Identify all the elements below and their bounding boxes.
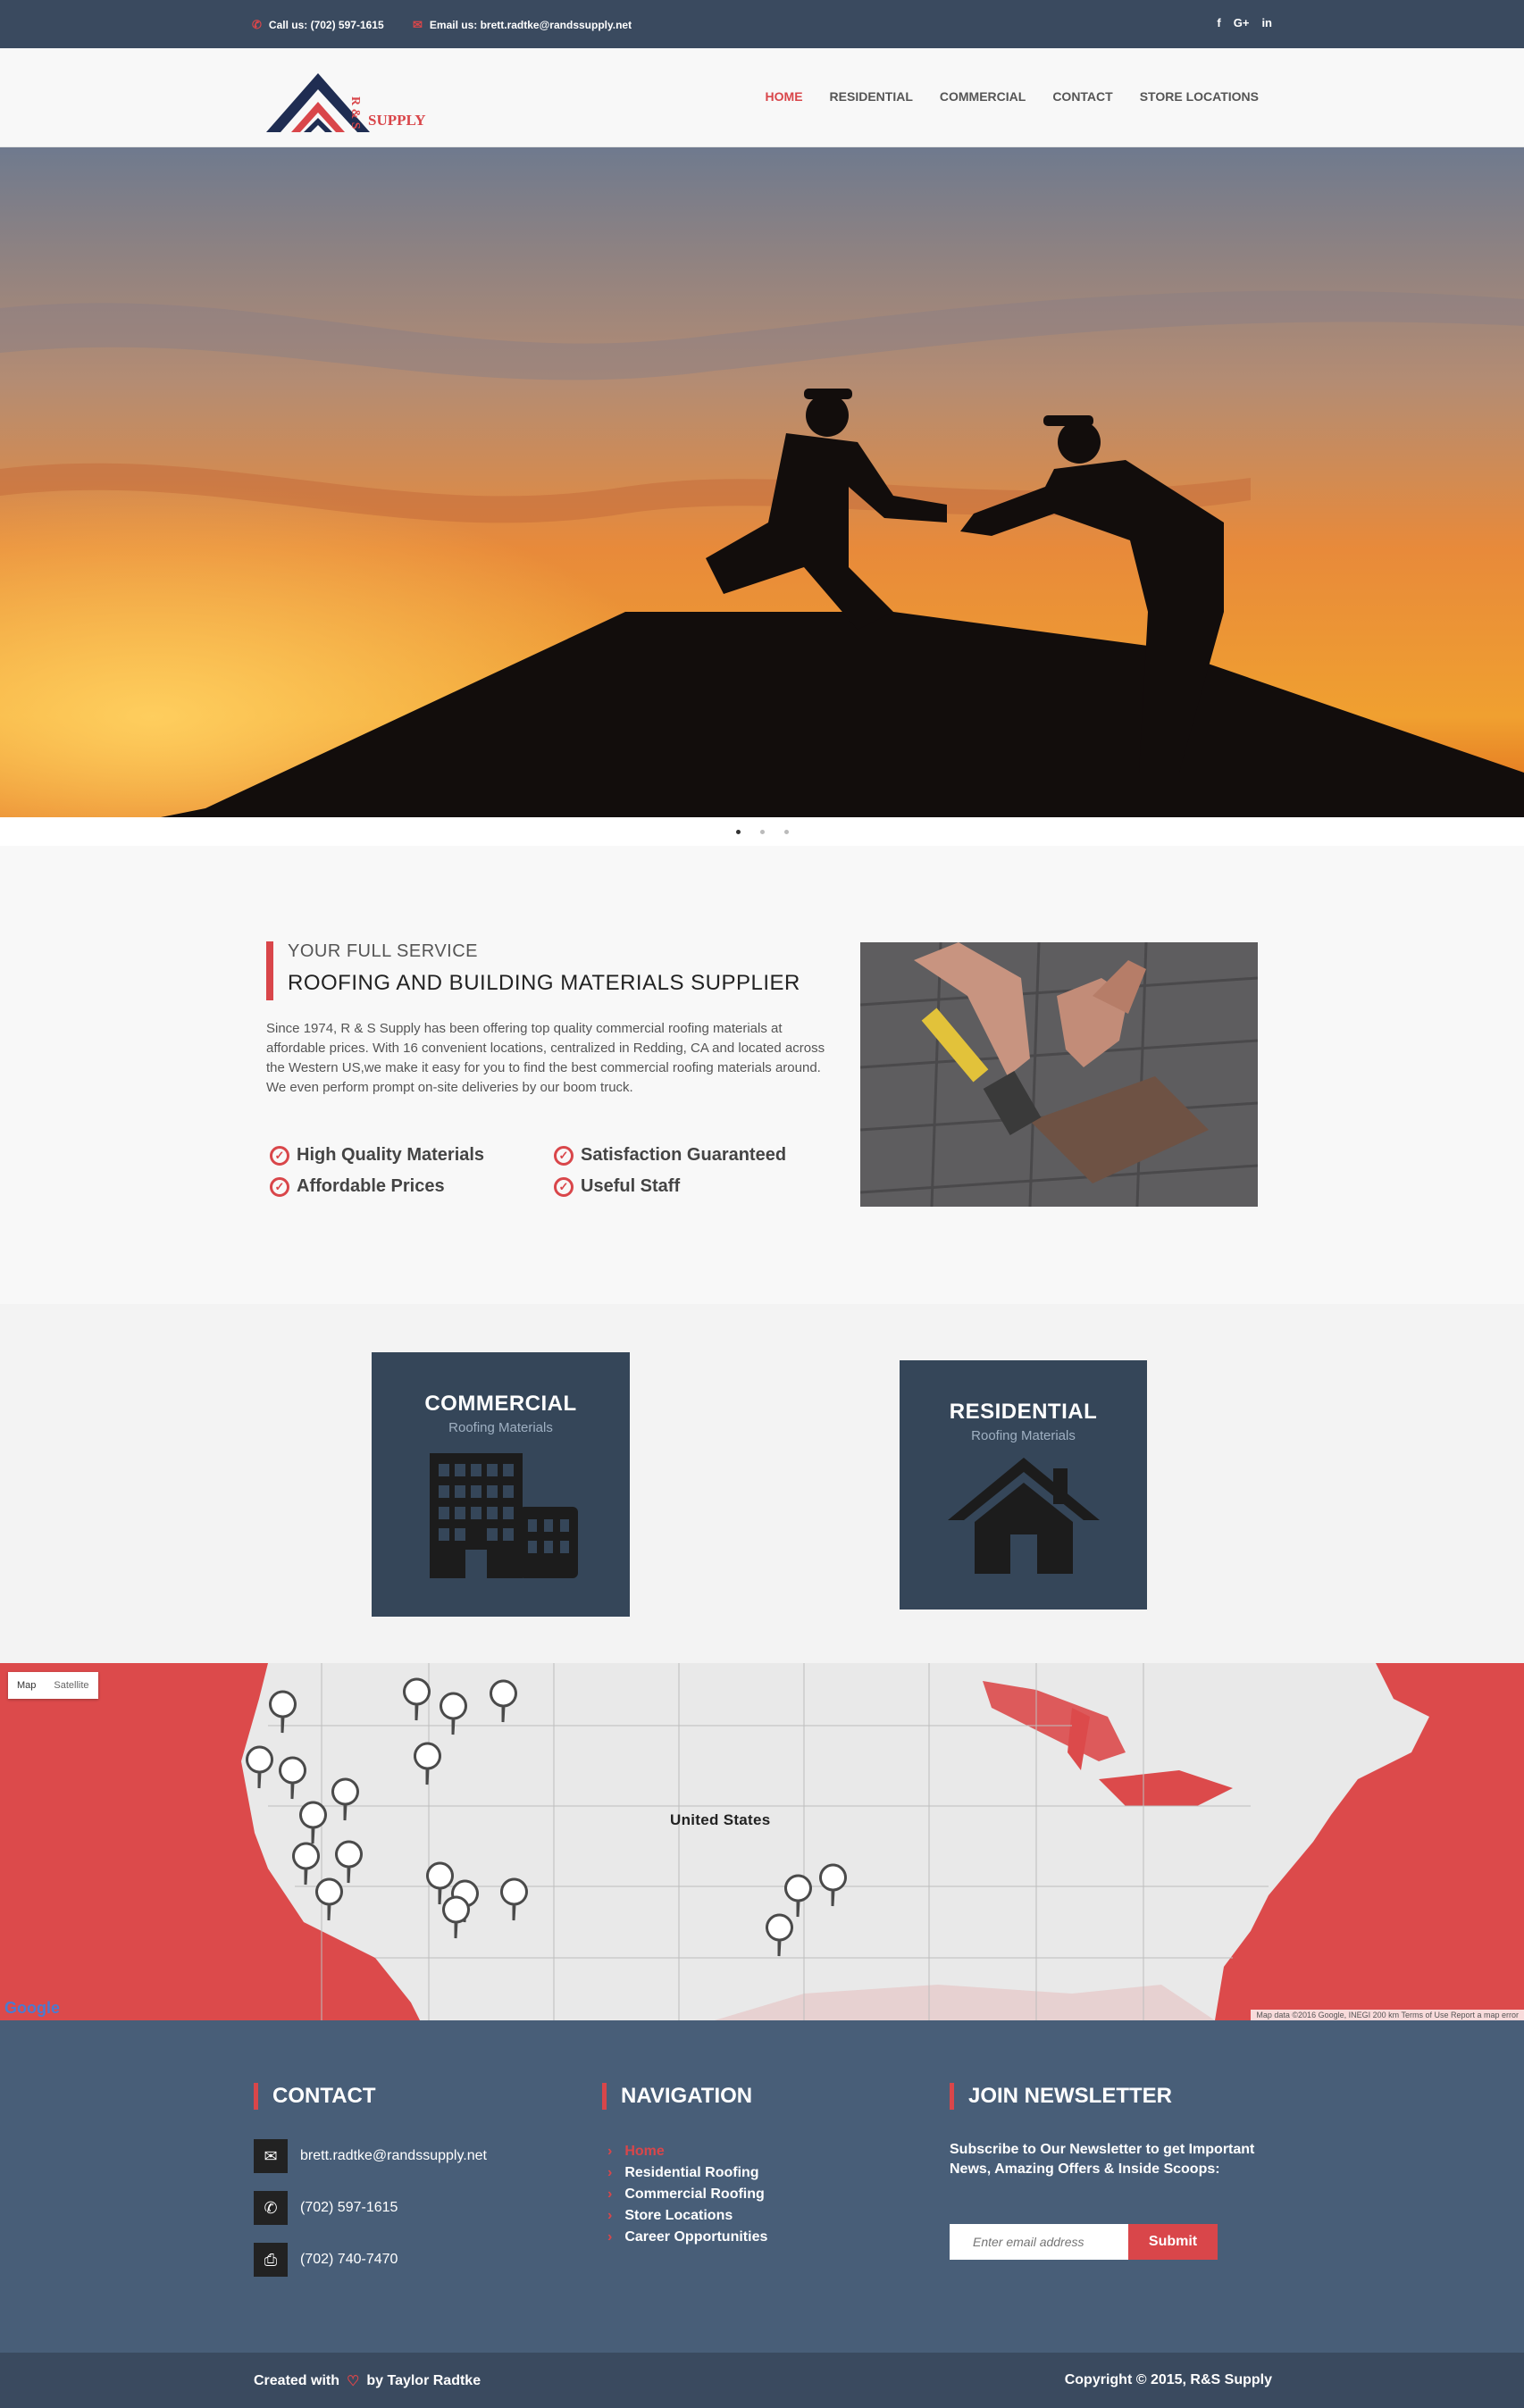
nav-residential[interactable]: RESIDENTIAL [830,89,913,104]
footer-link-careers[interactable]: Career Opportunities [607,2227,767,2248]
feature-label: Useful Staff [581,1176,681,1196]
logo-word: SUPPLY [368,112,426,129]
map-country-label: United States [670,1811,771,1828]
commercial-title: COMMERCIAL [424,1392,577,1416]
footer-nav-links: Home Residential Roofing Commercial Roof… [607,2141,767,2248]
about-title: ROOFING AND BUILDING MATERIALS SUPPLIER [288,971,800,995]
author-text: by Taylor Radtke [366,2373,481,2388]
about-section: YOUR FULL SERVICE ROOFING AND BUILDING M… [0,846,1524,1304]
check-icon: ✓ [554,1145,574,1166]
feature-item: ✓ Useful Staff [554,1176,822,1197]
copyright: Copyright © 2015, R&S Supply [1064,2372,1272,2387]
feature-item: ✓ Satisfaction Guaranteed [554,1145,822,1166]
footer-nav-title: NAVIGATION [602,2083,752,2110]
residential-subtitle: Roofing Materials [971,1428,1076,1443]
feature-item: ✓ Affordable Prices [270,1176,554,1197]
feature-label: Affordable Prices [297,1176,445,1196]
map-type-satellite[interactable]: Satellite [45,1680,97,1691]
newsletter-text: Subscribe to Our Newsletter to get Impor… [950,2142,1255,2177]
store-map[interactable]: Map Satellite United States Google Map d… [0,1663,1524,2020]
check-icon: ✓ [554,1176,574,1197]
top-phone[interactable]: ✆ Call us: (702) 597-1615 [252,18,384,32]
footer-fax[interactable]: ⎙ (702) 740-7470 [254,2243,398,2277]
check-icon: ✓ [270,1176,289,1197]
top-bar: ✆ Call us: (702) 597-1615 ✉ Email us: br… [0,0,1524,48]
hero-image [0,147,1524,817]
footer-email-text: brett.radtke@randssupply.net [300,2148,487,2163]
footer-email[interactable]: ✉ brett.radtke@randssupply.net [254,2139,487,2173]
top-phone-label: Call us: (702) 597-1615 [268,19,384,31]
site-header: R & S SUPPLY HOME RESIDENTIAL COMMERCIAL… [0,48,1524,147]
newsletter-form: Submit [950,2224,1218,2260]
logo-letters: R & S [348,96,362,130]
footer-newsletter-title: JOIN NEWSLETTER [950,2083,1172,2110]
footer-link-residential[interactable]: Residential Roofing [607,2162,767,2184]
footer-link-stores[interactable]: Store Locations [607,2205,767,2227]
nav-home[interactable]: HOME [766,89,803,104]
house-icon [947,1458,1100,1574]
slider-dot-2[interactable] [759,829,765,834]
footer-phone[interactable]: ✆ (702) 597-1615 [254,2191,398,2225]
map-canvas [0,1663,1524,2020]
bottom-bar: Created with ♡ by Taylor Radtke Copyrigh… [0,2353,1524,2408]
top-email[interactable]: ✉ Email us: brett.radtke@randssupply.net [413,18,632,32]
phone-icon: ✆ [254,2191,288,2225]
about-heading: YOUR FULL SERVICE ROOFING AND BUILDING M… [266,941,800,1000]
credits: Created with ♡ by Taylor Radtke [254,2372,481,2390]
about-description: Since 1974, R & S Supply has been offeri… [266,1021,825,1095]
feature-label: Satisfaction Guaranteed [581,1145,787,1165]
about-kicker: YOUR FULL SERVICE [288,941,479,961]
heart-icon: ♡ [347,2374,360,2389]
roofing-photo [860,942,1258,1207]
residential-title: RESIDENTIAL [949,1400,1098,1424]
envelope-icon: ✉ [413,18,423,31]
google-logo: Google [4,1999,60,2017]
google-plus-icon[interactable]: G+ [1234,16,1250,29]
nav-store-locations[interactable]: STORE LOCATIONS [1140,89,1259,104]
map-attribution[interactable]: Map data ©2016 Google, INEGI 200 km Term… [1251,2010,1524,2020]
check-icon: ✓ [270,1145,289,1166]
main-nav: HOME RESIDENTIAL COMMERCIAL CONTACT STOR… [766,89,1259,104]
building-icon [429,1453,578,1578]
top-email-label: Email us: brett.radtke@randssupply.net [429,19,632,31]
newsletter-email-input[interactable] [950,2224,1128,2260]
phone-icon: ✆ [252,18,262,31]
footer-phone-text: (702) 597-1615 [300,2200,398,2215]
map-type-map[interactable]: Map [8,1680,45,1691]
footer-link-home[interactable]: Home [607,2141,767,2162]
envelope-icon: ✉ [254,2139,288,2173]
feature-label: High Quality Materials [297,1145,485,1165]
commercial-card[interactable]: COMMERCIAL Roofing Materials [372,1352,630,1617]
slider-dot-3[interactable] [783,829,789,834]
facebook-icon[interactable]: f [1217,16,1220,29]
slider-dot-1[interactable] [735,829,741,834]
social-links: f G+ in [1217,16,1272,29]
hero-slider[interactable] [0,147,1524,817]
logo[interactable]: R & S SUPPLY [264,63,434,134]
nav-commercial[interactable]: COMMERCIAL [940,89,1026,104]
linkedin-icon[interactable]: in [1261,16,1272,29]
footer-fax-text: (702) 740-7470 [300,2252,398,2267]
commercial-subtitle: Roofing Materials [448,1420,553,1435]
site-footer: CONTACT ✉ brett.radtke@randssupply.net ✆… [0,2020,1524,2353]
created-with-text: Created with [254,2373,340,2388]
slider-dots [0,817,1524,846]
fax-icon: ⎙ [254,2243,288,2277]
footer-contact-title: CONTACT [254,2083,376,2110]
newsletter-submit-button[interactable]: Submit [1128,2224,1218,2260]
residential-card[interactable]: RESIDENTIAL Roofing Materials [900,1360,1147,1610]
feature-list: ✓ High Quality Materials ✓ Satisfaction Gu… [270,1145,824,1197]
categories-section: COMMERCIAL Roofing Materials RESIDENTIAL… [0,1304,1524,1663]
nav-contact[interactable]: CONTACT [1052,89,1112,104]
map-type-control: Map Satellite [8,1672,98,1699]
footer-link-commercial[interactable]: Commercial Roofing [607,2184,767,2205]
feature-item: ✓ High Quality Materials [270,1145,554,1166]
